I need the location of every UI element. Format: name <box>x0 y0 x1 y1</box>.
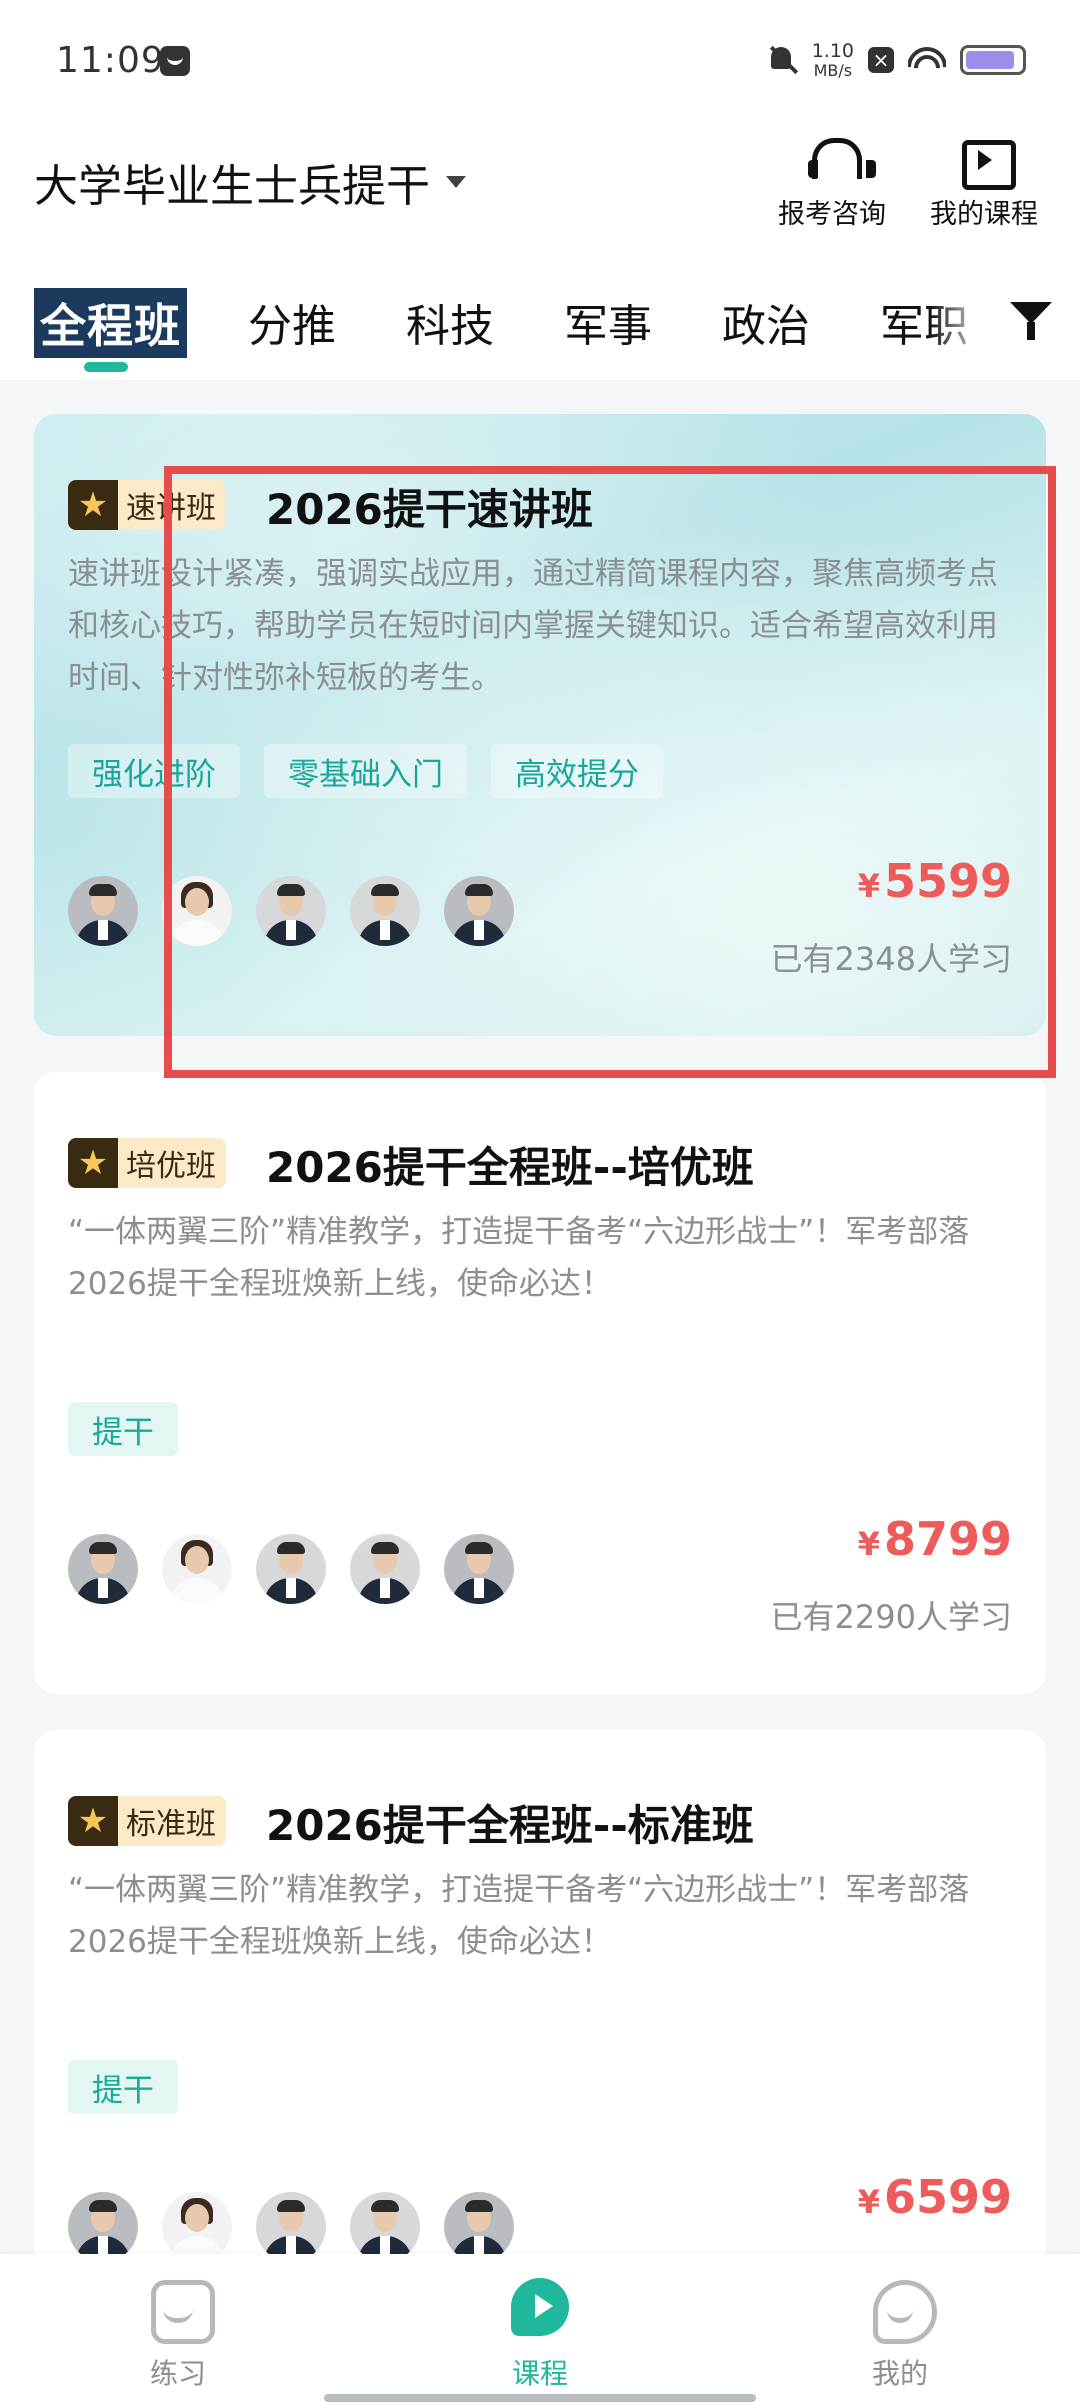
learner-count: 已有2290人学习 <box>770 1598 1012 1636</box>
course-card[interactable]: ★ 速讲班 2026提干速讲班 速讲班设计紧凑，强调实战应用，通过精简课程内容，… <box>34 414 1046 1036</box>
star-icon: ★ <box>68 1796 118 1846</box>
teacher-avatar <box>68 2192 138 2262</box>
teacher-avatar <box>256 876 326 946</box>
course-tags: 提干 <box>68 1402 178 1456</box>
teacher-avatar <box>162 1534 232 1604</box>
course-badge-label: 速讲班 <box>126 491 216 526</box>
practice-icon <box>147 2276 215 2344</box>
tab-recommend[interactable]: 分推 <box>248 290 336 354</box>
course-title: 2026提干速讲班 <box>266 485 593 534</box>
nav-mine-label: 我的 <box>871 2357 928 2390</box>
teacher-avatars <box>68 876 514 946</box>
nav-course[interactable]: 课程 <box>460 2276 620 2392</box>
bottom-nav: 练习 课程 我的 <box>0 2254 1080 2408</box>
course-description: “一体两翼三阶”精准教学，打造提干备考“六边形战士”！军考部落2026提干全程班… <box>68 1872 970 1960</box>
headset-icon <box>806 136 876 186</box>
category-tabs: 全程班 分推 科技 军事 政治 军职 <box>0 260 1080 380</box>
network-speed-value: 1.10 <box>811 39 854 62</box>
message-icon <box>160 46 190 76</box>
caret-down-icon <box>446 176 466 188</box>
course-badge-label: 标准班 <box>126 1807 216 1842</box>
home-indicator[interactable] <box>324 2394 756 2402</box>
close-box-icon: × <box>868 47 894 73</box>
course-price-value: 6599 <box>883 2170 1012 2224</box>
course-badge: ★ 速讲班 <box>68 480 226 530</box>
currency-symbol: ¥ <box>857 867 880 905</box>
wifi-icon <box>908 45 946 75</box>
star-icon: ★ <box>68 1138 118 1188</box>
exam-category-selector[interactable]: 大学毕业生士兵提干 <box>34 150 466 214</box>
profile-icon <box>869 2276 937 2344</box>
course-price: ¥6599 <box>858 2170 1012 2224</box>
consult-button[interactable]: 报考咨询 <box>762 136 902 231</box>
nav-practice-label: 练习 <box>149 2357 206 2390</box>
course-tag: 提干 <box>68 1402 178 1456</box>
teacher-avatar <box>350 1534 420 1604</box>
course-tag: 提干 <box>68 2060 178 2114</box>
teacher-avatar <box>256 1534 326 1604</box>
tab-full-course[interactable]: 全程班 <box>34 288 187 358</box>
status-icons: 1.10 MB/s × <box>766 40 1026 80</box>
teacher-avatar <box>350 2192 420 2262</box>
my-courses-button[interactable]: 我的课程 <box>914 136 1054 231</box>
teacher-avatar <box>256 2192 326 2262</box>
course-price: ¥5599 <box>858 854 1012 908</box>
course-price-value: 5599 <box>883 854 1012 908</box>
course-description: “一体两翼三阶”精准教学，打造提干备考“六边形战士”！军考部落2026提干全程班… <box>68 1214 970 1302</box>
filter-icon[interactable] <box>1006 296 1056 346</box>
teacher-avatar <box>68 876 138 946</box>
teacher-avatar <box>444 1534 514 1604</box>
status-bar: 11:09 1.10 MB/s × <box>0 0 1080 120</box>
my-courses-label: 我的课程 <box>930 199 1038 230</box>
course-tag: 强化进阶 <box>68 744 240 798</box>
course-play-icon <box>509 2276 571 2338</box>
battery-icon <box>960 45 1026 75</box>
course-card[interactable]: ★ 标准班 2026提干全程班--标准班 “一体两翼三阶”精准教学，打造提干备考… <box>34 1730 1046 2290</box>
course-title: 2026提干全程班--标准班 <box>266 1801 754 1850</box>
nav-mine[interactable]: 我的 <box>820 2276 980 2392</box>
currency-symbol: ¥ <box>857 1525 880 1563</box>
teacher-avatar <box>350 876 420 946</box>
course-title: 2026提干全程班--培优班 <box>266 1143 754 1192</box>
nav-course-label: 课程 <box>511 2357 568 2390</box>
learner-count: 已有2348人学习 <box>770 940 1012 978</box>
course-tags: 提干 <box>68 2060 178 2114</box>
teacher-avatar <box>162 876 232 946</box>
teacher-avatars <box>68 2192 514 2262</box>
teacher-avatars <box>68 1534 514 1604</box>
course-badge-label: 培优班 <box>126 1149 216 1184</box>
network-speed-unit: MB/s <box>813 60 853 80</box>
page-title: 大学毕业生士兵提干 <box>34 161 430 212</box>
course-card[interactable]: ★ 培优班 2026提干全程班--培优班 “一体两翼三阶”精准教学，打造提干备考… <box>34 1072 1046 1694</box>
network-speed: 1.10 MB/s <box>811 39 854 80</box>
nav-practice[interactable]: 练习 <box>98 2276 258 2392</box>
teacher-avatar <box>162 2192 232 2262</box>
course-badge: ★ 培优班 <box>68 1138 226 1188</box>
teacher-avatar <box>444 2192 514 2262</box>
teacher-avatar <box>444 876 514 946</box>
tab-military[interactable]: 军事 <box>564 290 652 354</box>
course-badge: ★ 标准班 <box>68 1796 226 1846</box>
app-header: 大学毕业生士兵提干 报考咨询 我的课程 <box>0 120 1080 260</box>
star-icon: ★ <box>68 480 118 530</box>
consult-label: 报考咨询 <box>778 199 886 230</box>
status-time: 11:09 <box>56 40 165 81</box>
course-price-value: 8799 <box>883 1512 1012 1566</box>
teacher-avatar <box>68 1534 138 1604</box>
course-tags: 强化进阶 零基础入门 高效提分 <box>68 744 663 798</box>
tab-science[interactable]: 科技 <box>406 290 494 354</box>
active-tab-indicator <box>84 362 128 372</box>
mute-bell-icon <box>766 44 798 76</box>
video-play-icon <box>958 136 1016 190</box>
currency-symbol: ¥ <box>857 2183 880 2221</box>
course-tag: 高效提分 <box>491 744 663 798</box>
course-tag: 零基础入门 <box>264 744 467 798</box>
course-description: 速讲班设计紧凑，强调实战应用，通过精简课程内容，聚焦高频考点和核心技巧，帮助学员… <box>68 556 998 696</box>
tabs-fade <box>930 280 990 360</box>
course-price: ¥8799 <box>858 1512 1012 1566</box>
tab-politics[interactable]: 政治 <box>722 290 810 354</box>
